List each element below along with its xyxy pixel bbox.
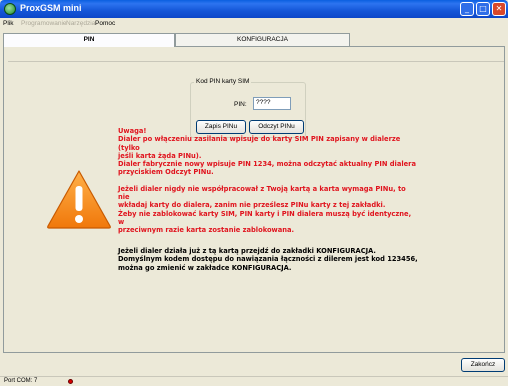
- info-line: Jeżeli dialer działa już z tą kartą prze…: [118, 247, 376, 255]
- pin-groupbox-legend: Kod PIN karty SIM: [194, 78, 252, 85]
- pin-label: PIN:: [234, 101, 247, 108]
- menu-narzedzia[interactable]: Narzędzia: [66, 20, 95, 27]
- warning-line: przeciwnym razie karta zostanie zablokow…: [118, 226, 295, 235]
- app-icon: [4, 3, 16, 15]
- warning-line: Jeżeli dialer nigdy nie współpracował z …: [118, 184, 406, 202]
- close-window-button[interactable]: ✕: [492, 2, 506, 16]
- minimize-button[interactable]: _: [460, 2, 474, 16]
- warning-text: Uwaga! Dialer po włączeniu zasilania wpi…: [118, 127, 418, 235]
- panel-divider: [8, 61, 504, 62]
- tab-strip: PIN KONFIGURACJA: [3, 33, 505, 47]
- warning-triangle-icon: [47, 170, 111, 229]
- info-text: Jeżeli dialer działa już z tą kartą prze…: [118, 247, 428, 272]
- title-bar[interactable]: ProxGSM mini _ □ ✕: [0, 0, 508, 18]
- menu-plik[interactable]: Plik: [3, 20, 13, 27]
- menu-bar: Plik Programowanie Narzędzia Pomoc: [0, 18, 508, 30]
- warning-line: Dialer fabrycznie nowy wpisuje PIN 1234,…: [118, 160, 416, 169]
- warning-line: Żeby nie zablokować karty SIM, PIN karty…: [118, 209, 412, 226]
- status-bar: Port COM: 7: [0, 376, 508, 386]
- menu-pomoc[interactable]: Pomoc: [95, 20, 115, 27]
- connection-led-icon: [68, 379, 73, 384]
- warning-gap: [118, 177, 418, 185]
- info-line: można go zmienić w zakładce KONFIGURACJA…: [118, 263, 292, 272]
- finish-button[interactable]: Zakończ: [461, 358, 505, 372]
- window-title: ProxGSM mini: [20, 3, 82, 13]
- warning-line: Uwaga!: [118, 127, 147, 135]
- tab-pin[interactable]: PIN: [3, 33, 175, 47]
- tab-konfiguracja[interactable]: KONFIGURACJA: [175, 33, 350, 46]
- warning-line: przyciskiem Odczyt PINu.: [118, 168, 214, 177]
- port-status: Port COM: 7: [4, 378, 38, 384]
- maximize-button[interactable]: □: [476, 2, 490, 16]
- menu-programowanie[interactable]: Programowanie: [21, 20, 67, 27]
- info-line: Domyślnym kodem dostępu do nawiązania łą…: [118, 255, 418, 264]
- pin-input[interactable]: ????: [253, 97, 291, 110]
- warning-line: Dialer po włączeniu zasilania wpisuje do…: [118, 135, 401, 152]
- warning-line: wkładaj karty do dialera, zanim nie prze…: [118, 201, 386, 210]
- warning-line: jeśli karta żąda PINu).: [118, 151, 202, 160]
